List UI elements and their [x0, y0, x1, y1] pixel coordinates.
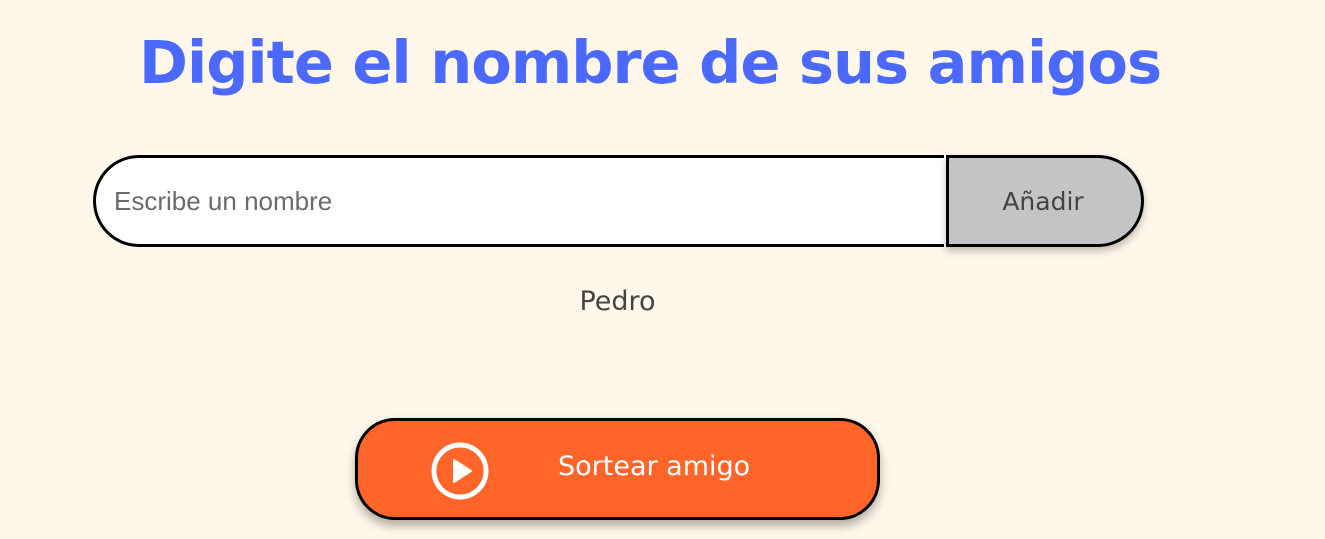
page-title: Digite el nombre de sus amigos	[139, 28, 1162, 97]
input-row: Añadir	[93, 155, 1144, 247]
friend-name-input[interactable]	[93, 155, 946, 247]
friend-list-item: Pedro	[579, 286, 656, 317]
play-circle-icon	[431, 442, 489, 500]
draw-button-label: Sortear amigo	[558, 451, 751, 482]
page: Digite el nombre de sus amigos Añadir Pe…	[0, 0, 1325, 539]
friends-list: Pedro	[0, 284, 1235, 320]
draw-friend-button[interactable]: Sortear amigo	[355, 418, 880, 520]
add-button[interactable]: Añadir	[946, 155, 1144, 247]
